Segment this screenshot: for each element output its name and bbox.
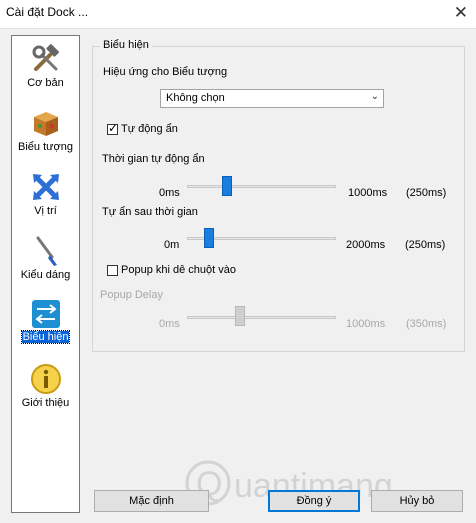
autohide-time-max: 1000ms bbox=[348, 187, 388, 199]
chevron-down-icon: ⌄ bbox=[370, 91, 379, 102]
hide-after-max: 2000ms bbox=[346, 239, 386, 251]
info-icon bbox=[30, 364, 61, 394]
hide-after-label: Tự ẩn sau thời gian bbox=[102, 206, 198, 218]
sidebar-item-label: Vị trí bbox=[34, 205, 57, 217]
autohide-time-slider-track bbox=[187, 185, 336, 188]
arrows-icon bbox=[32, 174, 59, 200]
sidebar-item-label: Cơ bản bbox=[27, 77, 64, 89]
sidebar: Cơ bản Biểu tượng Vị trí Kiểu dáng Biểu … bbox=[11, 35, 80, 513]
autohide-time-slider-thumb[interactable] bbox=[222, 176, 232, 196]
close-icon[interactable]: ✕ bbox=[454, 3, 468, 23]
autohide-label: Tự động ẩn bbox=[121, 123, 178, 135]
tools-icon bbox=[32, 44, 59, 71]
popup-delay-min: 0ms bbox=[159, 318, 180, 330]
icon-effect-dropdown[interactable]: Không chọn ⌄ bbox=[160, 89, 384, 108]
hide-after-slider-thumb[interactable] bbox=[204, 228, 214, 248]
brush-icon bbox=[36, 236, 57, 266]
popup-delay-slider-thumb bbox=[235, 306, 245, 326]
sidebar-item-label: Biểu tượng bbox=[18, 141, 73, 153]
autohide-time-value: (250ms) bbox=[406, 187, 447, 199]
autohide-time-min: 0ms bbox=[159, 187, 180, 199]
sidebar-item-position[interactable]: Vị trí bbox=[12, 171, 79, 217]
window-title: Cài đặt Dock ... bbox=[6, 5, 89, 19]
icon-effect-label: Hiệu ứng cho Biểu tượng bbox=[103, 66, 228, 78]
sidebar-item-basic[interactable]: Cơ bản bbox=[12, 43, 79, 89]
sidebar-item-label: Biểu hiện bbox=[20, 330, 71, 344]
hide-after-value: (250ms) bbox=[405, 239, 446, 251]
title-bar: Cài đặt Dock ... ✕ bbox=[0, 0, 476, 29]
box-icon bbox=[33, 112, 58, 136]
autohide-time-label: Thời gian tự động ẩn bbox=[102, 153, 205, 165]
sidebar-item-behavior[interactable]: Biểu hiện bbox=[12, 299, 79, 344]
popup-label: Popup khi dê chuột vào bbox=[121, 264, 236, 276]
popup-delay-slider-track bbox=[187, 316, 336, 319]
popup-delay-label: Popup Delay bbox=[100, 289, 163, 301]
autohide-checkbox[interactable]: ✓ bbox=[107, 121, 119, 135]
group-title: Biểu hiện bbox=[100, 39, 152, 51]
icon-effect-value: Không chọn bbox=[166, 92, 225, 104]
popup-delay-value: (350ms) bbox=[406, 318, 447, 330]
popup-delay-max: 1000ms bbox=[346, 318, 386, 330]
hide-after-min: 0m bbox=[164, 239, 180, 251]
defaults-button[interactable]: Mặc định bbox=[94, 490, 209, 512]
checkmark-icon: ✓ bbox=[108, 121, 119, 135]
sidebar-item-style[interactable]: Kiểu dáng bbox=[12, 235, 79, 281]
ok-button[interactable]: Đồng ý bbox=[268, 490, 360, 512]
sidebar-item-about[interactable]: Giới thiệu bbox=[12, 363, 79, 409]
cancel-button[interactable]: Hủy bỏ bbox=[371, 490, 463, 512]
sidebar-item-label: Kiểu dáng bbox=[20, 269, 71, 281]
sidebar-item-icons[interactable]: Biểu tượng bbox=[12, 107, 79, 153]
sidebar-item-label: Giới thiệu bbox=[21, 397, 70, 409]
popup-checkbox[interactable] bbox=[107, 265, 118, 276]
swap-arrows-icon bbox=[31, 300, 60, 328]
